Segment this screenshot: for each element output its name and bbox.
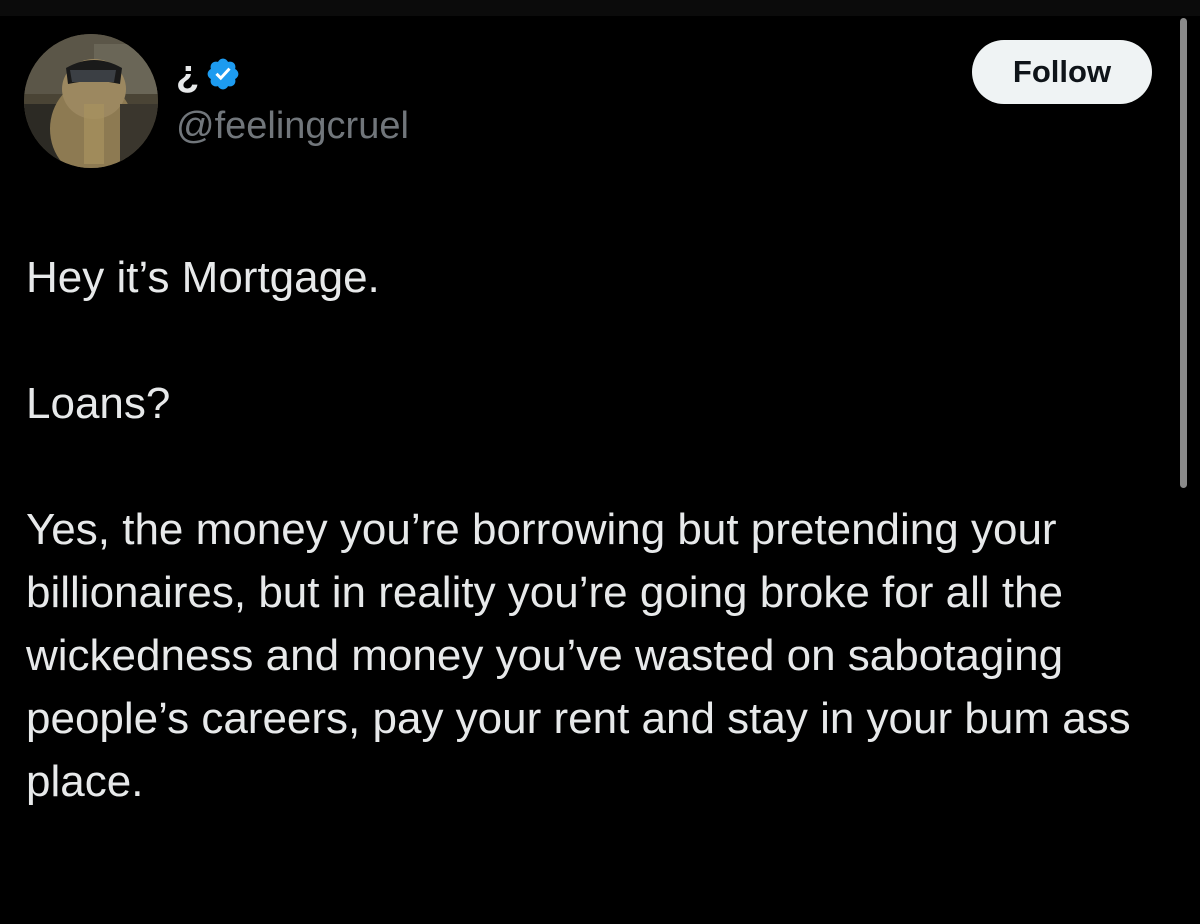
verified-badge-icon: [205, 56, 241, 92]
tweet-paragraph: Loans?: [26, 379, 171, 428]
avatar-image: [24, 34, 158, 168]
name-row: ¿: [176, 50, 241, 98]
tweet-text: Hey it’s Mortgage. Loans? Yes, the money…: [26, 246, 1156, 813]
display-name[interactable]: ¿: [176, 55, 199, 93]
avatar[interactable]: [24, 34, 158, 168]
tweet-paragraph: Hey it’s Mortgage.: [26, 253, 380, 302]
user-handle[interactable]: @feelingcruel: [176, 105, 409, 148]
follow-button[interactable]: Follow: [972, 40, 1152, 104]
tweet-paragraph: Yes, the money you’re borrowing but pret…: [26, 505, 1131, 806]
scrollbar[interactable]: [1180, 18, 1187, 488]
tweet-card: ¿ @feelingcruel Follow Hey it’s Mortgage…: [0, 0, 1200, 924]
